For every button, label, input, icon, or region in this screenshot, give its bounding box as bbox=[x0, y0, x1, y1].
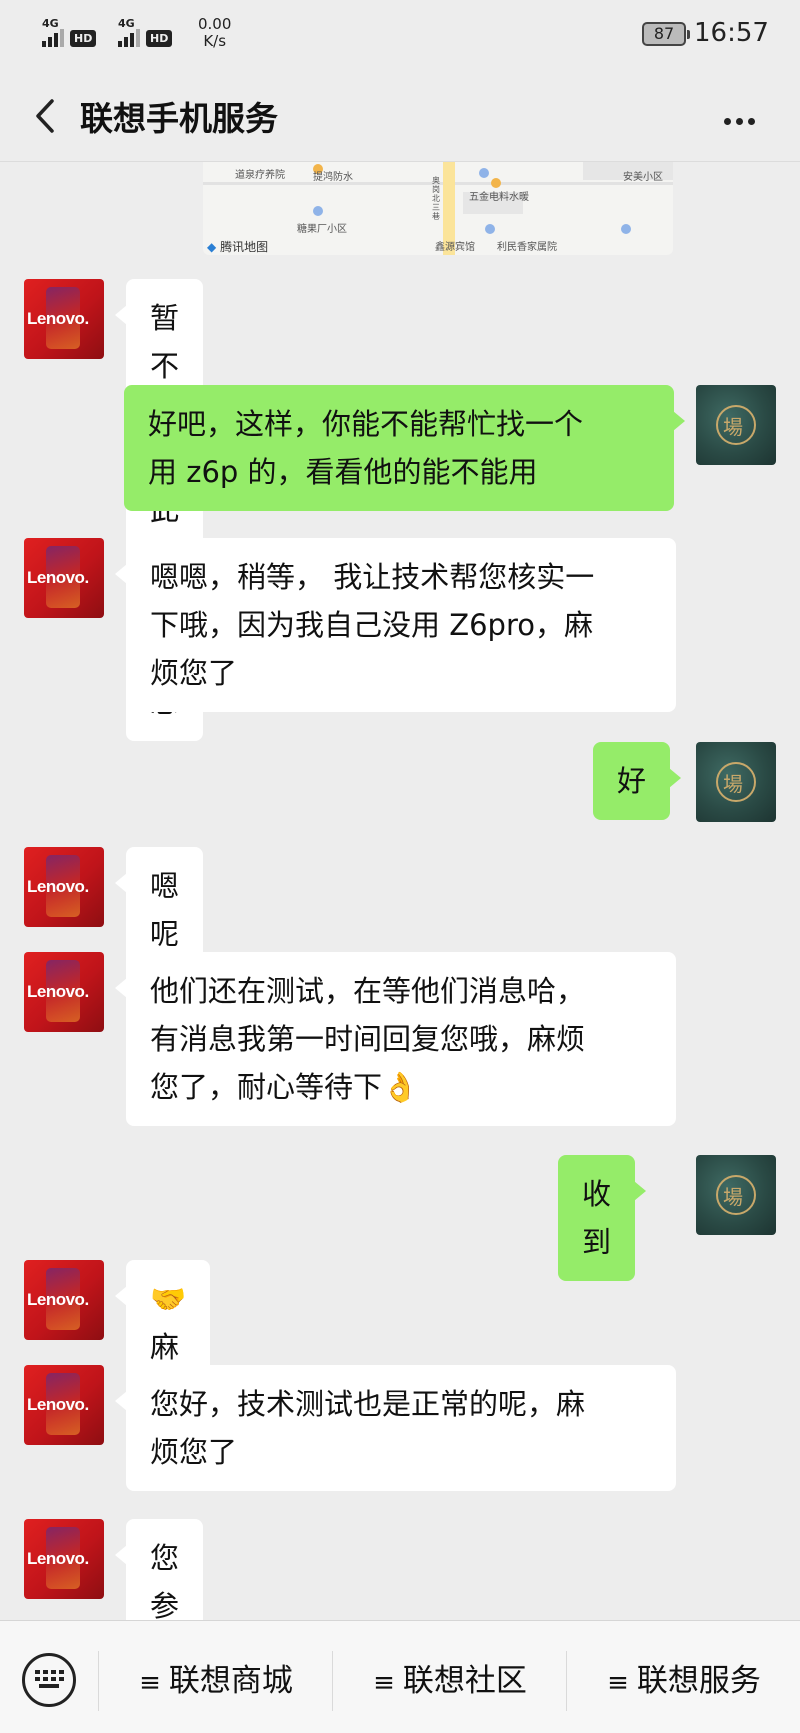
menu-icon: ≡ bbox=[607, 1668, 629, 1698]
chat-header: 联想手机服务 bbox=[0, 70, 800, 162]
menu-label: 联想商城 bbox=[168, 1663, 293, 1699]
network-speed-unit: K/s bbox=[203, 32, 227, 50]
map-pin-icon bbox=[621, 224, 631, 234]
message-bubble[interactable]: 他们还在测试，在等他们消息哈， 有消息我第一时间回复您哦，麻烦 您了，耐心等待下… bbox=[115, 952, 676, 1126]
message-bubble[interactable]: 好吧，这样，你能不能帮忙找一个 用 z6p 的，看看他的能不能用 bbox=[124, 385, 685, 511]
hd-badge-1: HD bbox=[70, 30, 97, 47]
user-avatar[interactable]: 場 bbox=[696, 1155, 776, 1235]
map-label: 提鸿防水 bbox=[313, 172, 353, 183]
lenovo-avatar[interactable]: Lenovo. bbox=[24, 847, 104, 927]
menu-icon: ≡ bbox=[373, 1668, 395, 1698]
message-bubble[interactable]: 您好，技术测试也是正常的呢，麻 烦您了 bbox=[115, 1365, 676, 1491]
map-label: 五金电料水暖 bbox=[469, 192, 529, 203]
lenovo-avatar[interactable]: Lenovo. bbox=[24, 538, 104, 618]
signal-bars-icon bbox=[118, 29, 142, 47]
hd-badge-2: HD bbox=[146, 30, 173, 47]
map-pin-icon bbox=[485, 224, 495, 234]
user-avatar[interactable]: 場 bbox=[696, 385, 776, 465]
menu-lenovo-store[interactable]: ≡ 联想商城 bbox=[100, 1641, 332, 1721]
lenovo-avatar[interactable]: Lenovo. bbox=[24, 1365, 104, 1445]
menu-lenovo-community[interactable]: ≡ 联想社区 bbox=[334, 1641, 566, 1721]
network-speed-value: 0.00 bbox=[198, 15, 232, 33]
signal-bars-icon bbox=[42, 29, 66, 47]
lenovo-avatar[interactable]: Lenovo. bbox=[24, 1260, 104, 1340]
map-logo-text: 腾讯地图 bbox=[220, 240, 269, 254]
menu-lenovo-service[interactable]: ≡ 联想服务 bbox=[568, 1641, 800, 1721]
user-avatar[interactable]: 場 bbox=[696, 742, 776, 822]
keyboard-toggle-button[interactable] bbox=[22, 1653, 76, 1707]
network-type-label-2: 4G bbox=[118, 17, 135, 30]
status-bar: 4G HD 4G HD 0.00 K/s 87 16:57 bbox=[0, 0, 800, 70]
map-pin-icon bbox=[491, 178, 501, 188]
map-logo-icon: ◆ bbox=[207, 240, 217, 254]
map-label: 道泉疗养院 bbox=[235, 170, 285, 181]
message-bubble[interactable]: 收到 bbox=[558, 1155, 647, 1281]
menu-label: 联想服务 bbox=[636, 1663, 761, 1699]
map-pin-icon bbox=[313, 206, 323, 216]
battery-icon: 87 bbox=[642, 22, 690, 46]
lenovo-avatar[interactable]: Lenovo. bbox=[24, 952, 104, 1032]
message-bubble[interactable]: 嗯嗯，稍等， 我让技术帮您核实一 下哦，因为我自己没用 Z6pro，麻 烦您了 bbox=[115, 538, 676, 712]
lenovo-avatar[interactable]: Lenovo. bbox=[24, 279, 104, 359]
chat-title: 联想手机服务 bbox=[80, 99, 278, 138]
message-bubble[interactable]: 好 bbox=[593, 742, 682, 820]
map-pin-icon bbox=[479, 168, 489, 178]
map-label: 利民香家属院 bbox=[497, 242, 557, 253]
lenovo-avatar[interactable]: Lenovo. bbox=[24, 1519, 104, 1599]
map-label: 糖果厂小区 bbox=[297, 224, 347, 235]
status-time: 16:57 bbox=[694, 18, 769, 48]
keyboard-icon bbox=[35, 1670, 64, 1690]
map-label: 鑫源宾馆 bbox=[435, 242, 475, 253]
back-arrow-icon[interactable] bbox=[28, 96, 68, 136]
map-label: 安美小区 bbox=[623, 172, 663, 183]
menu-label: 联想社区 bbox=[402, 1663, 527, 1699]
signal-strength-1: 4G HD bbox=[42, 17, 97, 47]
service-menu-bar: ≡ 联想商城 ≡ 联想社区 ≡ 联想服务 bbox=[0, 1620, 800, 1733]
more-options-icon[interactable] bbox=[724, 110, 764, 125]
signal-strength-2: 4G HD bbox=[118, 17, 173, 47]
menu-icon: ≡ bbox=[139, 1668, 161, 1698]
network-type-label-1: 4G bbox=[42, 17, 59, 30]
tencent-map-logo: ◆ 腾讯地图 bbox=[207, 238, 268, 255]
location-map-card[interactable]: 道泉疗养院 提鸿防水 奥岗北三巷 五金电料水暖 安美小区 糖果厂小区 鑫源宾馆 … bbox=[203, 162, 673, 255]
map-label: 奥岗北三巷 bbox=[432, 176, 440, 221]
network-speed: 0.00 K/s bbox=[198, 16, 231, 50]
